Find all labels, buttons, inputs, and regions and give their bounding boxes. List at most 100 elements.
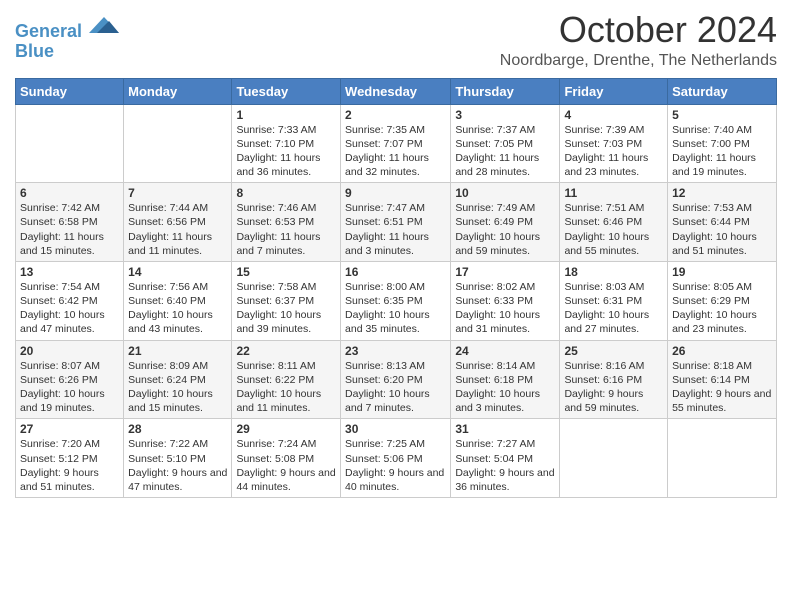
day-info: Sunset: 5:08 PM <box>236 452 336 466</box>
day-info: Daylight: 10 hours and 27 minutes. <box>564 308 663 336</box>
calendar-page: General Blue October 2024 Noordbarge, Dr… <box>0 0 792 513</box>
logo-text: General Blue <box>15 15 119 62</box>
calendar-week-row: 20Sunrise: 8:07 AMSunset: 6:26 PMDayligh… <box>16 340 777 419</box>
logo: General Blue <box>15 15 119 62</box>
day-number: 29 <box>236 422 336 436</box>
day-info: Daylight: 9 hours and 40 minutes. <box>345 466 446 494</box>
day-info: Sunrise: 8:09 AM <box>128 359 227 373</box>
calendar-table: SundayMondayTuesdayWednesdayThursdayFrid… <box>15 78 777 498</box>
day-number: 9 <box>345 186 446 200</box>
calendar-week-row: 6Sunrise: 7:42 AMSunset: 6:58 PMDaylight… <box>16 183 777 262</box>
calendar-cell <box>16 104 124 183</box>
calendar-cell: 29Sunrise: 7:24 AMSunset: 5:08 PMDayligh… <box>232 419 341 498</box>
page-header: General Blue October 2024 Noordbarge, Dr… <box>15 10 777 70</box>
day-number: 14 <box>128 265 227 279</box>
calendar-cell: 30Sunrise: 7:25 AMSunset: 5:06 PMDayligh… <box>341 419 451 498</box>
day-info: Sunrise: 7:47 AM <box>345 201 446 215</box>
day-info: Sunset: 6:37 PM <box>236 294 336 308</box>
calendar-cell: 2Sunrise: 7:35 AMSunset: 7:07 PMDaylight… <box>341 104 451 183</box>
calendar-cell: 19Sunrise: 8:05 AMSunset: 6:29 PMDayligh… <box>668 261 777 340</box>
day-info: Daylight: 9 hours and 47 minutes. <box>128 466 227 494</box>
day-info: Daylight: 10 hours and 51 minutes. <box>672 230 772 258</box>
day-number: 17 <box>455 265 555 279</box>
day-info: Sunset: 6:29 PM <box>672 294 772 308</box>
calendar-cell: 17Sunrise: 8:02 AMSunset: 6:33 PMDayligh… <box>451 261 560 340</box>
day-info: Sunset: 6:33 PM <box>455 294 555 308</box>
calendar-cell: 18Sunrise: 8:03 AMSunset: 6:31 PMDayligh… <box>560 261 668 340</box>
day-info: Sunrise: 7:24 AM <box>236 437 336 451</box>
day-number: 13 <box>20 265 119 279</box>
weekday-header: Saturday <box>668 78 777 104</box>
day-number: 8 <box>236 186 336 200</box>
day-info: Daylight: 10 hours and 23 minutes. <box>672 308 772 336</box>
weekday-header: Friday <box>560 78 668 104</box>
weekday-header: Tuesday <box>232 78 341 104</box>
weekday-header: Sunday <box>16 78 124 104</box>
calendar-cell: 21Sunrise: 8:09 AMSunset: 6:24 PMDayligh… <box>124 340 232 419</box>
day-info: Sunrise: 8:18 AM <box>672 359 772 373</box>
calendar-cell: 5Sunrise: 7:40 AMSunset: 7:00 PMDaylight… <box>668 104 777 183</box>
calendar-cell: 31Sunrise: 7:27 AMSunset: 5:04 PMDayligh… <box>451 419 560 498</box>
title-area: October 2024 Noordbarge, Drenthe, The Ne… <box>500 10 777 70</box>
day-info: Daylight: 11 hours and 3 minutes. <box>345 230 446 258</box>
day-info: Daylight: 11 hours and 32 minutes. <box>345 151 446 179</box>
day-info: Sunrise: 7:33 AM <box>236 123 336 137</box>
day-info: Daylight: 9 hours and 55 minutes. <box>672 387 772 415</box>
day-info: Sunset: 6:14 PM <box>672 373 772 387</box>
day-info: Sunset: 7:03 PM <box>564 137 663 151</box>
calendar-cell: 15Sunrise: 7:58 AMSunset: 6:37 PMDayligh… <box>232 261 341 340</box>
calendar-header-row: SundayMondayTuesdayWednesdayThursdayFrid… <box>16 78 777 104</box>
day-info: Daylight: 10 hours and 11 minutes. <box>236 387 336 415</box>
calendar-cell: 3Sunrise: 7:37 AMSunset: 7:05 PMDaylight… <box>451 104 560 183</box>
day-info: Sunrise: 7:27 AM <box>455 437 555 451</box>
day-number: 22 <box>236 344 336 358</box>
day-number: 16 <box>345 265 446 279</box>
calendar-cell: 28Sunrise: 7:22 AMSunset: 5:10 PMDayligh… <box>124 419 232 498</box>
day-info: Sunset: 7:05 PM <box>455 137 555 151</box>
day-info: Daylight: 10 hours and 19 minutes. <box>20 387 119 415</box>
calendar-cell: 16Sunrise: 8:00 AMSunset: 6:35 PMDayligh… <box>341 261 451 340</box>
logo-icon <box>89 13 119 37</box>
day-info: Sunset: 6:18 PM <box>455 373 555 387</box>
day-info: Sunrise: 8:00 AM <box>345 280 446 294</box>
weekday-header: Wednesday <box>341 78 451 104</box>
calendar-cell: 24Sunrise: 8:14 AMSunset: 6:18 PMDayligh… <box>451 340 560 419</box>
day-number: 19 <box>672 265 772 279</box>
day-info: Sunrise: 7:39 AM <box>564 123 663 137</box>
calendar-cell: 25Sunrise: 8:16 AMSunset: 6:16 PMDayligh… <box>560 340 668 419</box>
day-info: Daylight: 11 hours and 36 minutes. <box>236 151 336 179</box>
calendar-cell: 12Sunrise: 7:53 AMSunset: 6:44 PMDayligh… <box>668 183 777 262</box>
day-info: Daylight: 10 hours and 59 minutes. <box>455 230 555 258</box>
day-info: Sunrise: 7:20 AM <box>20 437 119 451</box>
day-number: 27 <box>20 422 119 436</box>
logo-line1: General <box>15 21 82 41</box>
day-number: 2 <box>345 108 446 122</box>
calendar-cell <box>668 419 777 498</box>
calendar-cell: 7Sunrise: 7:44 AMSunset: 6:56 PMDaylight… <box>124 183 232 262</box>
calendar-week-row: 1Sunrise: 7:33 AMSunset: 7:10 PMDaylight… <box>16 104 777 183</box>
day-info: Sunset: 5:12 PM <box>20 452 119 466</box>
day-number: 3 <box>455 108 555 122</box>
day-info: Sunset: 6:35 PM <box>345 294 446 308</box>
day-info: Sunrise: 8:02 AM <box>455 280 555 294</box>
day-info: Daylight: 11 hours and 28 minutes. <box>455 151 555 179</box>
day-info: Sunset: 6:22 PM <box>236 373 336 387</box>
day-info: Sunset: 6:51 PM <box>345 215 446 229</box>
day-info: Daylight: 9 hours and 59 minutes. <box>564 387 663 415</box>
day-number: 4 <box>564 108 663 122</box>
day-info: Sunset: 6:53 PM <box>236 215 336 229</box>
day-info: Daylight: 11 hours and 11 minutes. <box>128 230 227 258</box>
day-number: 6 <box>20 186 119 200</box>
calendar-cell: 20Sunrise: 8:07 AMSunset: 6:26 PMDayligh… <box>16 340 124 419</box>
day-info: Sunrise: 7:58 AM <box>236 280 336 294</box>
day-number: 20 <box>20 344 119 358</box>
day-info: Daylight: 10 hours and 3 minutes. <box>455 387 555 415</box>
calendar-week-row: 13Sunrise: 7:54 AMSunset: 6:42 PMDayligh… <box>16 261 777 340</box>
day-number: 25 <box>564 344 663 358</box>
day-info: Daylight: 10 hours and 7 minutes. <box>345 387 446 415</box>
day-info: Sunrise: 7:42 AM <box>20 201 119 215</box>
day-info: Sunrise: 8:16 AM <box>564 359 663 373</box>
calendar-cell <box>560 419 668 498</box>
day-info: Daylight: 10 hours and 35 minutes. <box>345 308 446 336</box>
day-info: Daylight: 10 hours and 43 minutes. <box>128 308 227 336</box>
